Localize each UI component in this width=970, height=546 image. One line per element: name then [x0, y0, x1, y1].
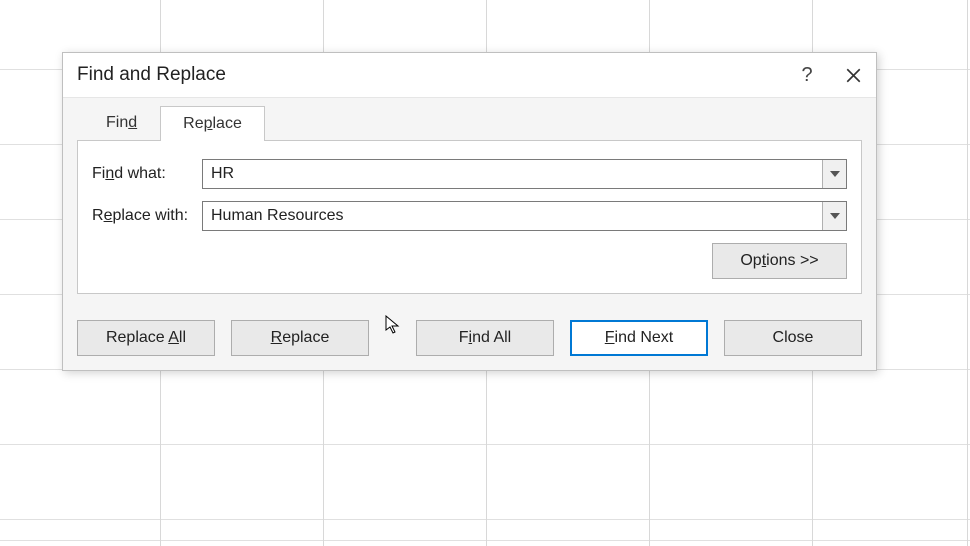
- tab-strip: Find Replace: [63, 98, 876, 140]
- chevron-down-icon: [830, 213, 840, 219]
- tab-replace-label: Replace: [183, 115, 242, 132]
- help-icon: ?: [801, 64, 812, 87]
- dialog-title: Find and Replace: [77, 64, 784, 86]
- options-button[interactable]: Options >>: [712, 243, 847, 279]
- find-what-row: Find what:: [92, 159, 847, 189]
- tab-find-label: Find: [106, 114, 137, 131]
- tab-find[interactable]: Find: [83, 105, 160, 140]
- find-next-button[interactable]: Find Next: [570, 320, 708, 356]
- find-what-dropdown-button[interactable]: [822, 160, 846, 188]
- chevron-down-icon: [830, 171, 840, 177]
- close-window-button[interactable]: [830, 53, 876, 97]
- find-what-combo: [202, 159, 847, 189]
- find-what-label: Find what:: [92, 165, 202, 183]
- replace-panel: Find what: Replace with:: [77, 140, 862, 294]
- replace-all-button[interactable]: Replace All: [77, 320, 215, 356]
- dialog-body: Find Replace Find what: Replace with:: [63, 97, 876, 370]
- find-next-label: Find Next: [605, 329, 673, 347]
- replace-all-label: Replace All: [106, 329, 186, 347]
- replace-with-dropdown-button[interactable]: [822, 202, 846, 230]
- dialog-button-row: Replace All Replace Find All Find Next C…: [63, 308, 876, 370]
- replace-with-combo: [202, 201, 847, 231]
- replace-with-label: Replace with:: [92, 207, 202, 225]
- replace-label: Replace: [271, 329, 330, 347]
- dialog-titlebar: Find and Replace ?: [63, 53, 876, 97]
- find-all-label: Find All: [459, 329, 511, 347]
- close-button[interactable]: Close: [724, 320, 862, 356]
- replace-with-row: Replace with:: [92, 201, 847, 231]
- close-label: Close: [773, 329, 814, 347]
- find-what-input[interactable]: [203, 160, 822, 188]
- find-all-button[interactable]: Find All: [416, 320, 554, 356]
- replace-button[interactable]: Replace: [231, 320, 369, 356]
- replace-with-input[interactable]: [203, 202, 822, 230]
- close-icon: [846, 68, 861, 83]
- options-row: Options >>: [92, 243, 847, 279]
- tab-replace[interactable]: Replace: [160, 106, 265, 141]
- help-button[interactable]: ?: [784, 53, 830, 97]
- options-button-label: Options >>: [740, 252, 818, 270]
- find-replace-dialog: Find and Replace ? Find Replace Find wha…: [62, 52, 877, 371]
